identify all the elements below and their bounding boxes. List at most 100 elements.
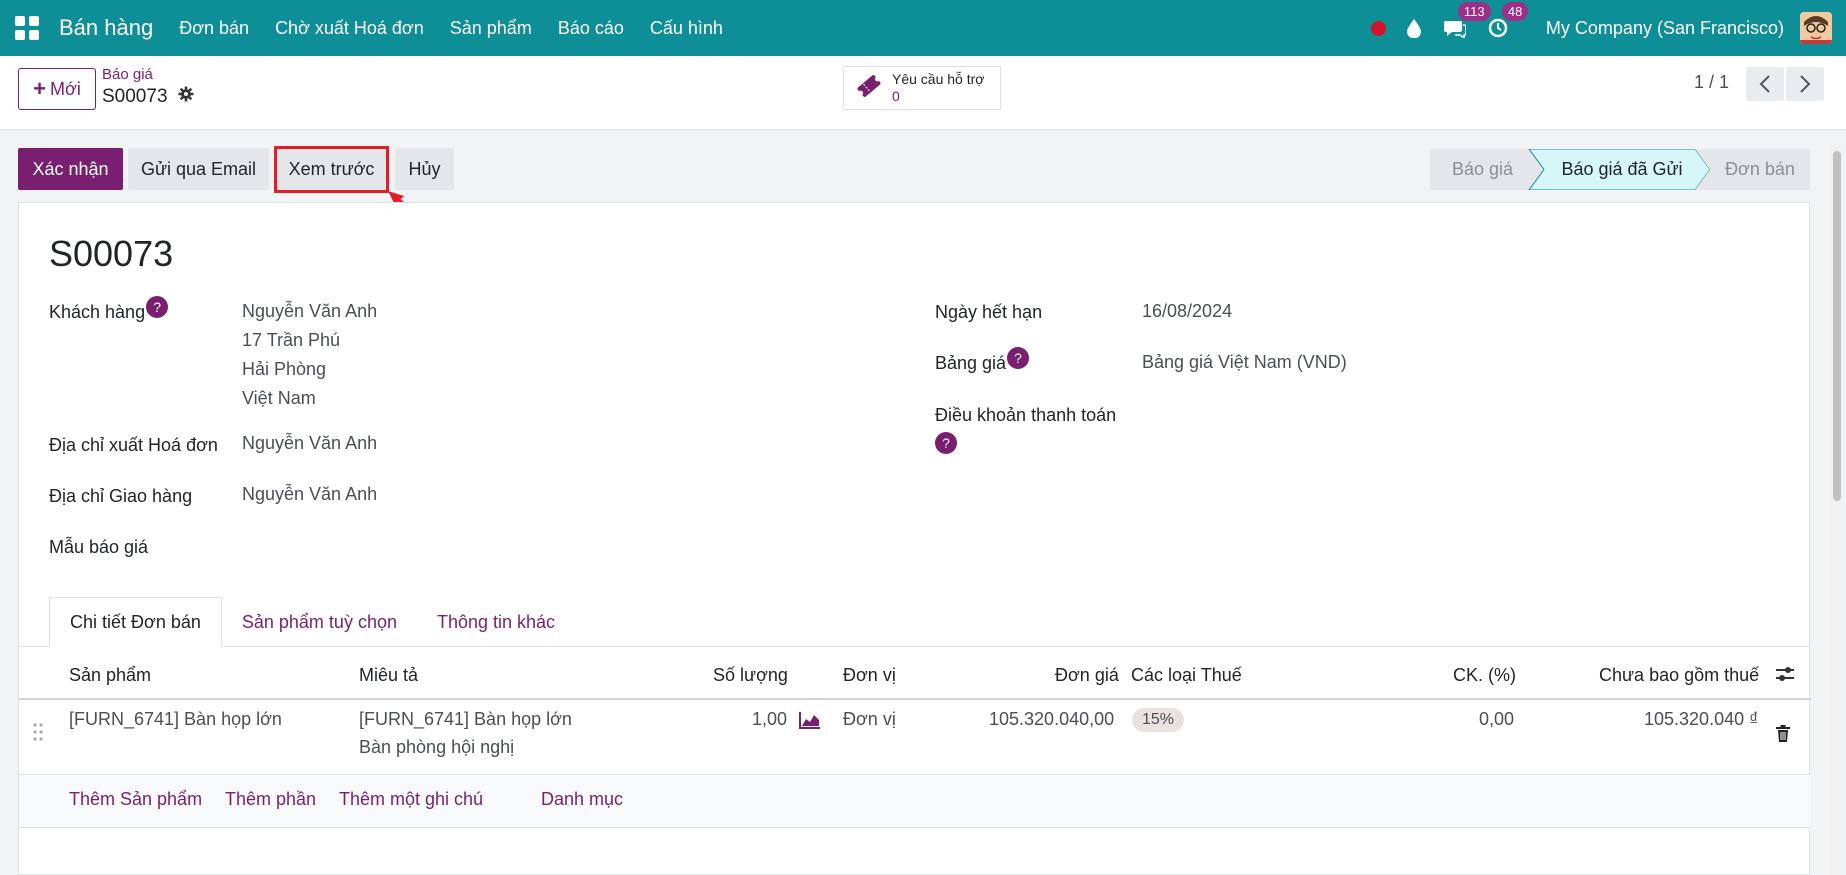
activities-icon[interactable]: 48 — [1488, 2, 1529, 38]
customer-name: Nguyễn Văn Anh — [242, 301, 378, 321]
cancel-button[interactable]: Hủy — [395, 148, 454, 190]
line-description-2: Bàn phòng hội nghị — [359, 737, 515, 757]
page-scrollbar[interactable] — [1830, 143, 1844, 875]
menu-configuration[interactable]: Cấu hình — [650, 18, 723, 39]
plus-icon: + — [33, 76, 47, 101]
add-section-link[interactable]: Thêm phần — [225, 789, 316, 810]
menu-to-invoice[interactable]: Chờ xuất Hoá đơn — [275, 18, 424, 39]
line-unit-price[interactable]: 105.320.040,00 — [989, 705, 1114, 733]
chevron-left-icon — [1759, 75, 1770, 93]
support-label: Yêu cầu hỗ trợ — [892, 71, 985, 87]
user-avatar[interactable] — [1800, 12, 1832, 44]
line-tax-badge[interactable]: 15% — [1132, 708, 1185, 732]
breadcrumb-current-label: S00073 — [102, 86, 168, 107]
new-button[interactable]: + Mới — [18, 68, 96, 110]
tab-order-lines[interactable]: Chi tiết Đơn bán — [49, 597, 222, 647]
header-description[interactable]: Miêu tả — [359, 665, 418, 686]
stage-quotation[interactable]: Báo giá — [1430, 149, 1535, 190]
payment-terms-label-text: Điều khoản thanh toán — [935, 405, 1117, 425]
payment-terms-label: Điều khoản thanh toán ? — [935, 405, 1116, 454]
gear-icon[interactable] — [178, 86, 194, 108]
header-quantity[interactable]: Số lượng — [713, 665, 788, 686]
help-icon[interactable]: ? — [935, 432, 957, 454]
top-navbar: Bán hàng Đơn bán Chờ xuất Hoá đơn Sản ph… — [0, 0, 1846, 56]
tab-other-info[interactable]: Thông tin khác — [417, 597, 575, 647]
quote-template-label: Mẫu báo giá — [49, 537, 149, 557]
menu-orders[interactable]: Đơn bán — [179, 18, 249, 39]
customer-label-text: Khách hàng — [49, 302, 146, 322]
notebook-tabs: Chi tiết Đơn bán Sản phẩm tuỳ chọn Thông… — [49, 597, 575, 647]
stage-quotation-sent[interactable]: Báo giá đã Gửi — [1542, 149, 1702, 190]
pricelist-field[interactable]: Bảng giá Việt Nam (VND) — [1142, 348, 1347, 377]
forecast-chart-icon[interactable] — [799, 711, 821, 734]
customer-country: Việt Nam — [242, 388, 316, 408]
chevron-right-icon — [1800, 75, 1811, 93]
line-quantity[interactable]: 1,00 — [752, 705, 787, 733]
line-discount[interactable]: 0,00 — [1479, 705, 1514, 733]
navbar-systray: 113 48 My Company (San Francisco) — [1370, 0, 1846, 56]
pricelist-label: Bảng giá ? — [935, 347, 1030, 374]
drop-icon[interactable] — [1406, 18, 1422, 38]
scroll-thumb[interactable] — [1833, 151, 1841, 501]
pager-next-button[interactable] — [1786, 67, 1824, 101]
preview-highlight-box — [274, 146, 389, 193]
customer-label: Khách hàng ? — [49, 296, 169, 323]
tab-optional-products[interactable]: Sản phẩm tuỳ chọn — [222, 597, 417, 647]
help-icon[interactable]: ? — [1007, 347, 1030, 369]
add-product-link[interactable]: Thêm Sản phẩm — [69, 789, 202, 810]
stage-sales-order[interactable]: Đơn bán — [1710, 149, 1810, 190]
line-subtotal: 105.320.040 ₫ — [1644, 709, 1759, 729]
line-description[interactable]: [FURN_6741] Bàn họp lớn Bàn phòng hội ng… — [359, 705, 572, 761]
add-note-link[interactable]: Thêm một ghi chú — [339, 789, 483, 810]
delivery-address-label: Địa chỉ Giao hàng — [49, 486, 193, 506]
expiry-field[interactable]: 16/08/2024 — [1142, 297, 1232, 326]
line-description-1: [FURN_6741] Bàn họp lớn — [359, 709, 572, 729]
customer-city: Hải Phòng — [242, 359, 327, 379]
catalog-link[interactable]: Danh mục — [541, 789, 623, 810]
company-switcher[interactable]: My Company (San Francisco) — [1546, 18, 1784, 39]
support-count: 0 — [892, 88, 900, 104]
breadcrumb-parent[interactable]: Báo giá — [102, 66, 153, 83]
pager-value[interactable]: 1 / 1 — [1694, 72, 1729, 93]
invoice-address-field[interactable]: Nguyễn Văn Anh — [242, 429, 377, 458]
header-uom[interactable]: Đơn vị — [843, 665, 896, 686]
page-title: S00073 — [49, 233, 174, 274]
menu-reporting[interactable]: Báo cáo — [558, 18, 624, 39]
confirm-button[interactable]: Xác nhận — [18, 148, 123, 190]
header-product[interactable]: Sản phẩm — [69, 665, 151, 686]
control-panel: + Mới Báo giá S00073 Yêu cầu hỗ trợ 0 1 … — [0, 56, 1846, 130]
customer-field[interactable]: Nguyễn Văn Anh 17 Trần Phú Hải Phòng Việ… — [242, 297, 377, 413]
breadcrumb-current: S00073 — [102, 86, 194, 108]
recording-icon[interactable] — [1370, 20, 1386, 36]
send-email-button[interactable]: Gửi qua Email — [128, 148, 269, 190]
messages-icon[interactable]: 113 — [1443, 2, 1491, 38]
header-unit-price[interactable]: Đơn giá — [1055, 665, 1119, 686]
menu-products[interactable]: Sản phẩm — [450, 18, 532, 39]
header-taxes[interactable]: Các loại Thuế — [1131, 665, 1242, 686]
optional-columns-icon[interactable] — [1775, 664, 1795, 689]
messages-badge: 113 — [1457, 2, 1491, 21]
invoice-address-label: Địa chỉ xuất Hoá đơn — [49, 435, 218, 455]
apps-menu-icon[interactable] — [15, 16, 39, 40]
support-requests-button[interactable]: Yêu cầu hỗ trợ 0 — [843, 66, 1001, 110]
activities-badge: 48 — [1501, 2, 1529, 21]
new-button-label: Mới — [50, 78, 81, 99]
line-product[interactable]: [FURN_6741] Bàn họp lớn — [69, 705, 282, 733]
pager-previous-button[interactable] — [1746, 67, 1784, 101]
delete-icon[interactable] — [1776, 725, 1790, 747]
quote-template-field[interactable] — [242, 531, 642, 560]
app-brand[interactable]: Bán hàng — [59, 15, 153, 41]
add-row-divider — [19, 827, 1811, 828]
header-discount[interactable]: CK. (%) — [1453, 665, 1516, 686]
line-uom[interactable]: Đơn vị — [843, 705, 896, 733]
payment-terms-field[interactable] — [1142, 400, 1642, 429]
header-subtotal[interactable]: Chưa bao gồm thuế — [1599, 665, 1759, 686]
delivery-address-field[interactable]: Nguyễn Văn Anh — [242, 480, 377, 509]
customer-street: 17 Trần Phú — [242, 330, 341, 350]
help-icon[interactable]: ? — [146, 296, 169, 318]
form-sheet: S00073 Khách hàng ? Nguyễn Văn Anh 17 Tr… — [18, 202, 1811, 875]
pricelist-label-text: Bảng giá — [935, 353, 1007, 373]
header-divider — [19, 698, 1811, 700]
expiry-label: Ngày hết hạn — [935, 302, 1043, 322]
drag-handle-icon[interactable] — [33, 723, 43, 746]
